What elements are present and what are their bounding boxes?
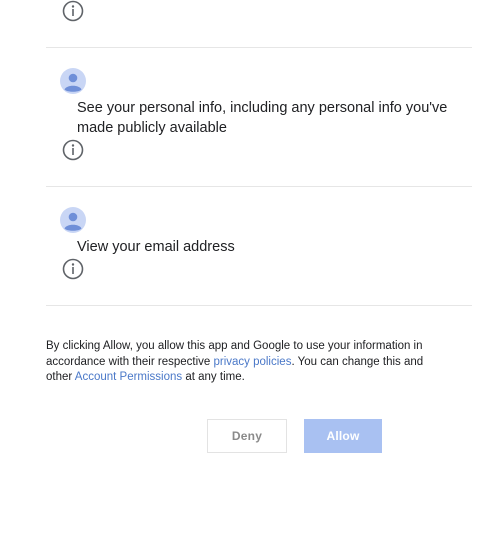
info-circle-icon[interactable] bbox=[62, 0, 84, 22]
info-circle-icon[interactable] bbox=[62, 139, 84, 161]
account-avatar-icon bbox=[60, 207, 86, 233]
divider bbox=[46, 47, 472, 48]
consent-disclaimer: By clicking Allow, you allow this app an… bbox=[46, 339, 446, 386]
privacy-policies-link[interactable]: privacy policies bbox=[213, 356, 291, 368]
account-avatar-icon bbox=[60, 68, 86, 94]
account-permissions-link[interactable]: Account Permissions bbox=[75, 371, 182, 383]
divider bbox=[46, 305, 472, 306]
info-circle-icon[interactable] bbox=[62, 258, 84, 280]
disclaimer-text: at any time. bbox=[182, 371, 245, 383]
permission-text: See your personal info, including any pe… bbox=[77, 100, 448, 136]
divider bbox=[46, 186, 472, 187]
deny-button[interactable]: Deny bbox=[207, 419, 287, 453]
permission-text: View your email address bbox=[77, 239, 235, 255]
allow-button[interactable]: Allow bbox=[304, 419, 382, 453]
